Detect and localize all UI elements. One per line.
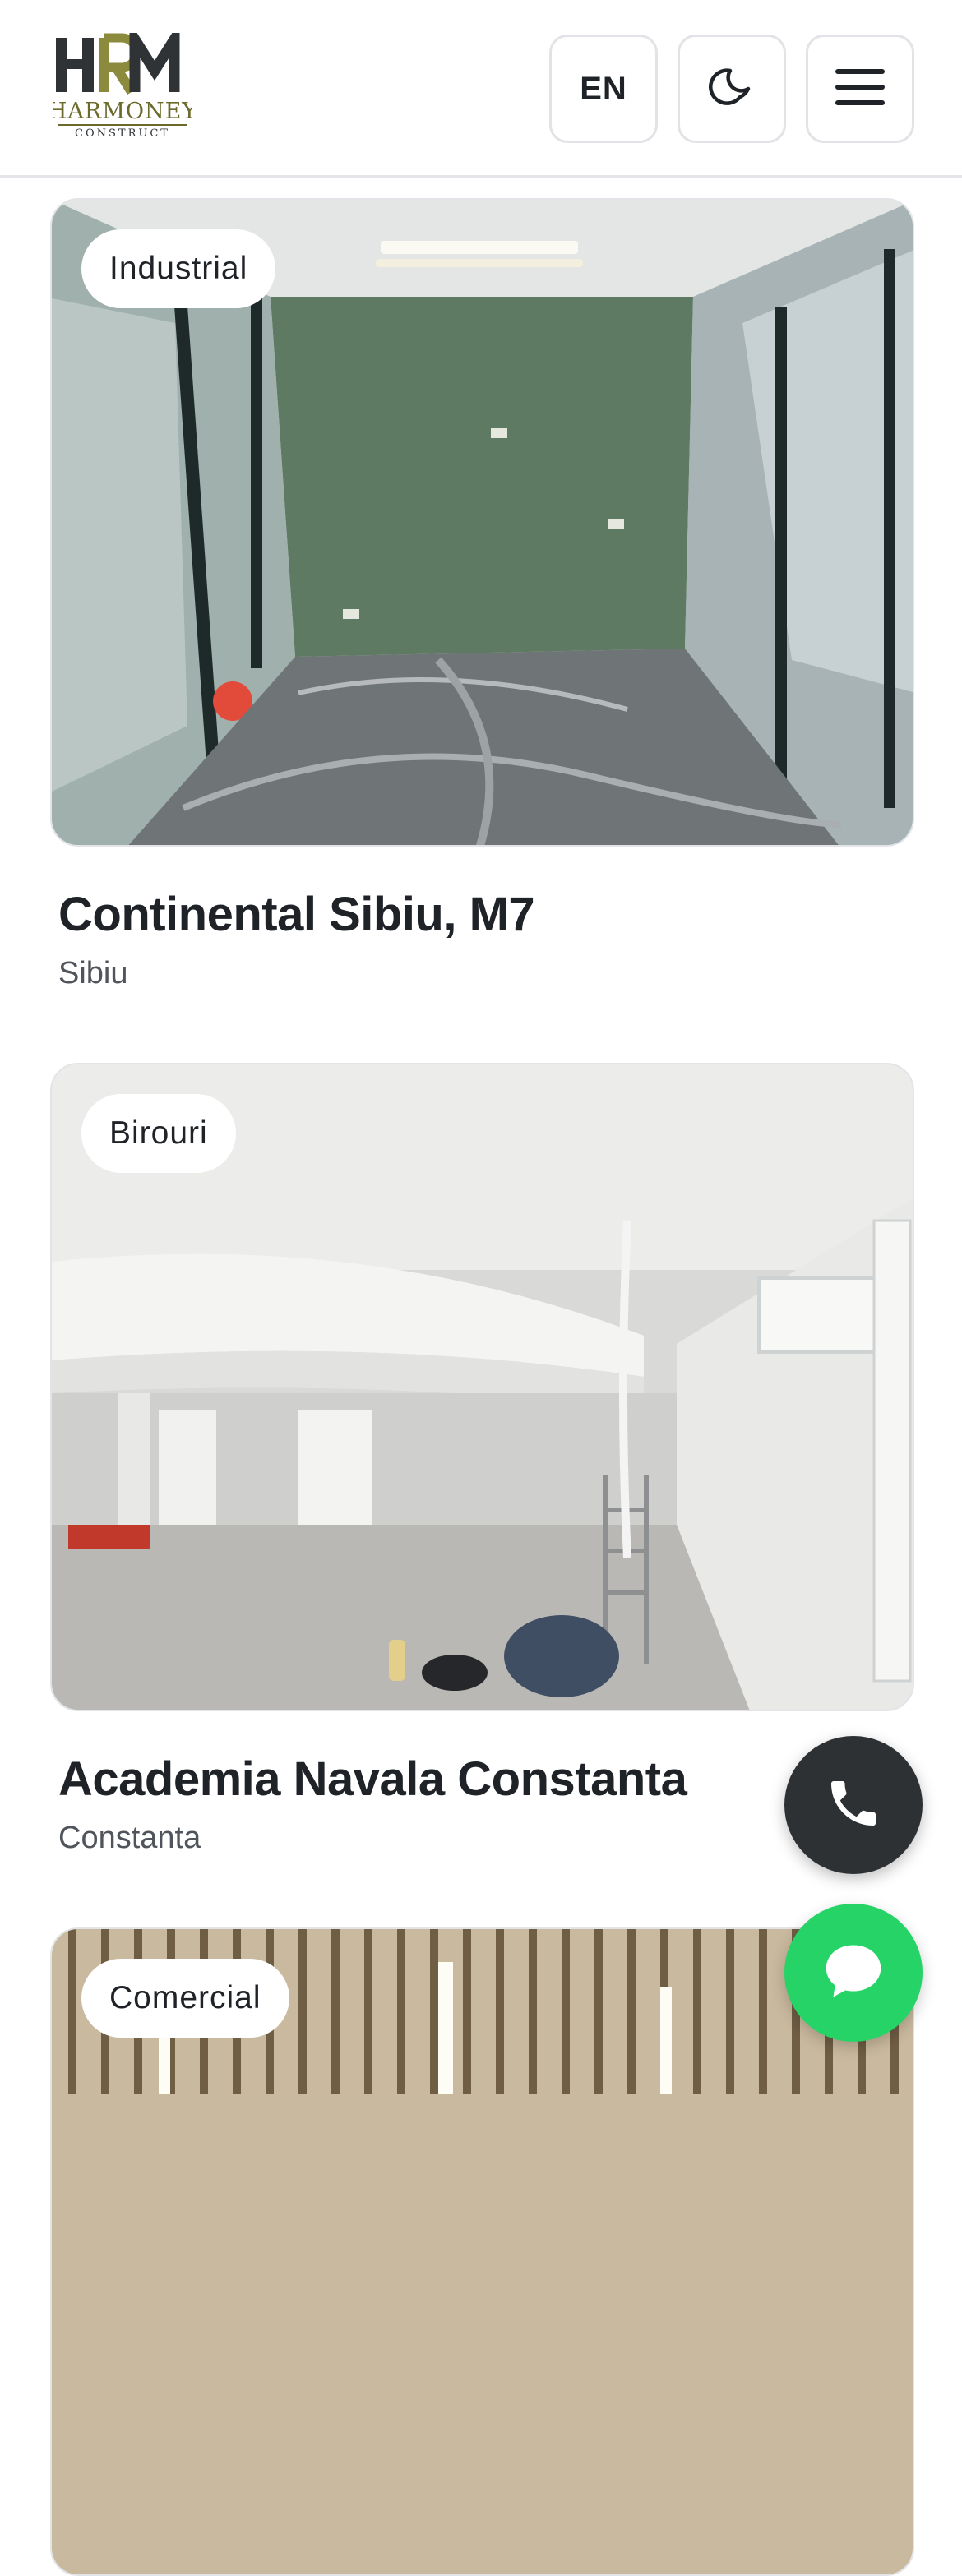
project-photo[interactable]: Comercial	[50, 1927, 914, 2576]
chat-button[interactable]	[784, 1904, 923, 2042]
project-photo[interactable]: Industrial	[50, 198, 914, 847]
hamburger-icon	[834, 66, 886, 113]
call-button[interactable]	[784, 1736, 923, 1874]
svg-text:HARMONEY: HARMONEY	[53, 99, 192, 124]
category-badge: Industrial	[81, 229, 276, 308]
phone-icon	[824, 1774, 883, 1837]
language-label: EN	[580, 70, 627, 107]
category-label: Industrial	[109, 251, 248, 286]
project-title[interactable]: Continental Sibiu, M7	[58, 887, 535, 942]
project-photo[interactable]: Birouri	[50, 1063, 914, 1711]
project-card[interactable]: Birouri Academia Navala Constanta Consta…	[50, 1063, 914, 1855]
harmoney-construct-logo[interactable]: HARMONEY CONSTRUCT	[48, 21, 197, 141]
chat-bubble-icon	[819, 1937, 888, 2010]
language-button[interactable]: EN	[549, 35, 658, 143]
project-card[interactable]: Industrial Continental Sibiu, M7 Sibiu	[50, 198, 914, 990]
theme-toggle-button[interactable]	[678, 35, 786, 143]
category-label: Comercial	[109, 1980, 261, 2015]
site-header: HARMONEY CONSTRUCT EN	[0, 0, 962, 178]
category-label: Birouri	[109, 1115, 208, 1151]
project-city: Sibiu	[58, 956, 128, 990]
svg-text:CONSTRUCT: CONSTRUCT	[75, 127, 170, 140]
project-card[interactable]: Comercial	[50, 1927, 914, 2576]
project-city: Constanta	[58, 1821, 201, 1855]
project-title[interactable]: Academia Navala Constanta	[58, 1752, 687, 1807]
category-badge: Birouri	[81, 1094, 236, 1173]
category-badge: Comercial	[81, 1959, 289, 2038]
menu-button[interactable]	[806, 35, 914, 143]
moon-icon	[709, 64, 755, 114]
